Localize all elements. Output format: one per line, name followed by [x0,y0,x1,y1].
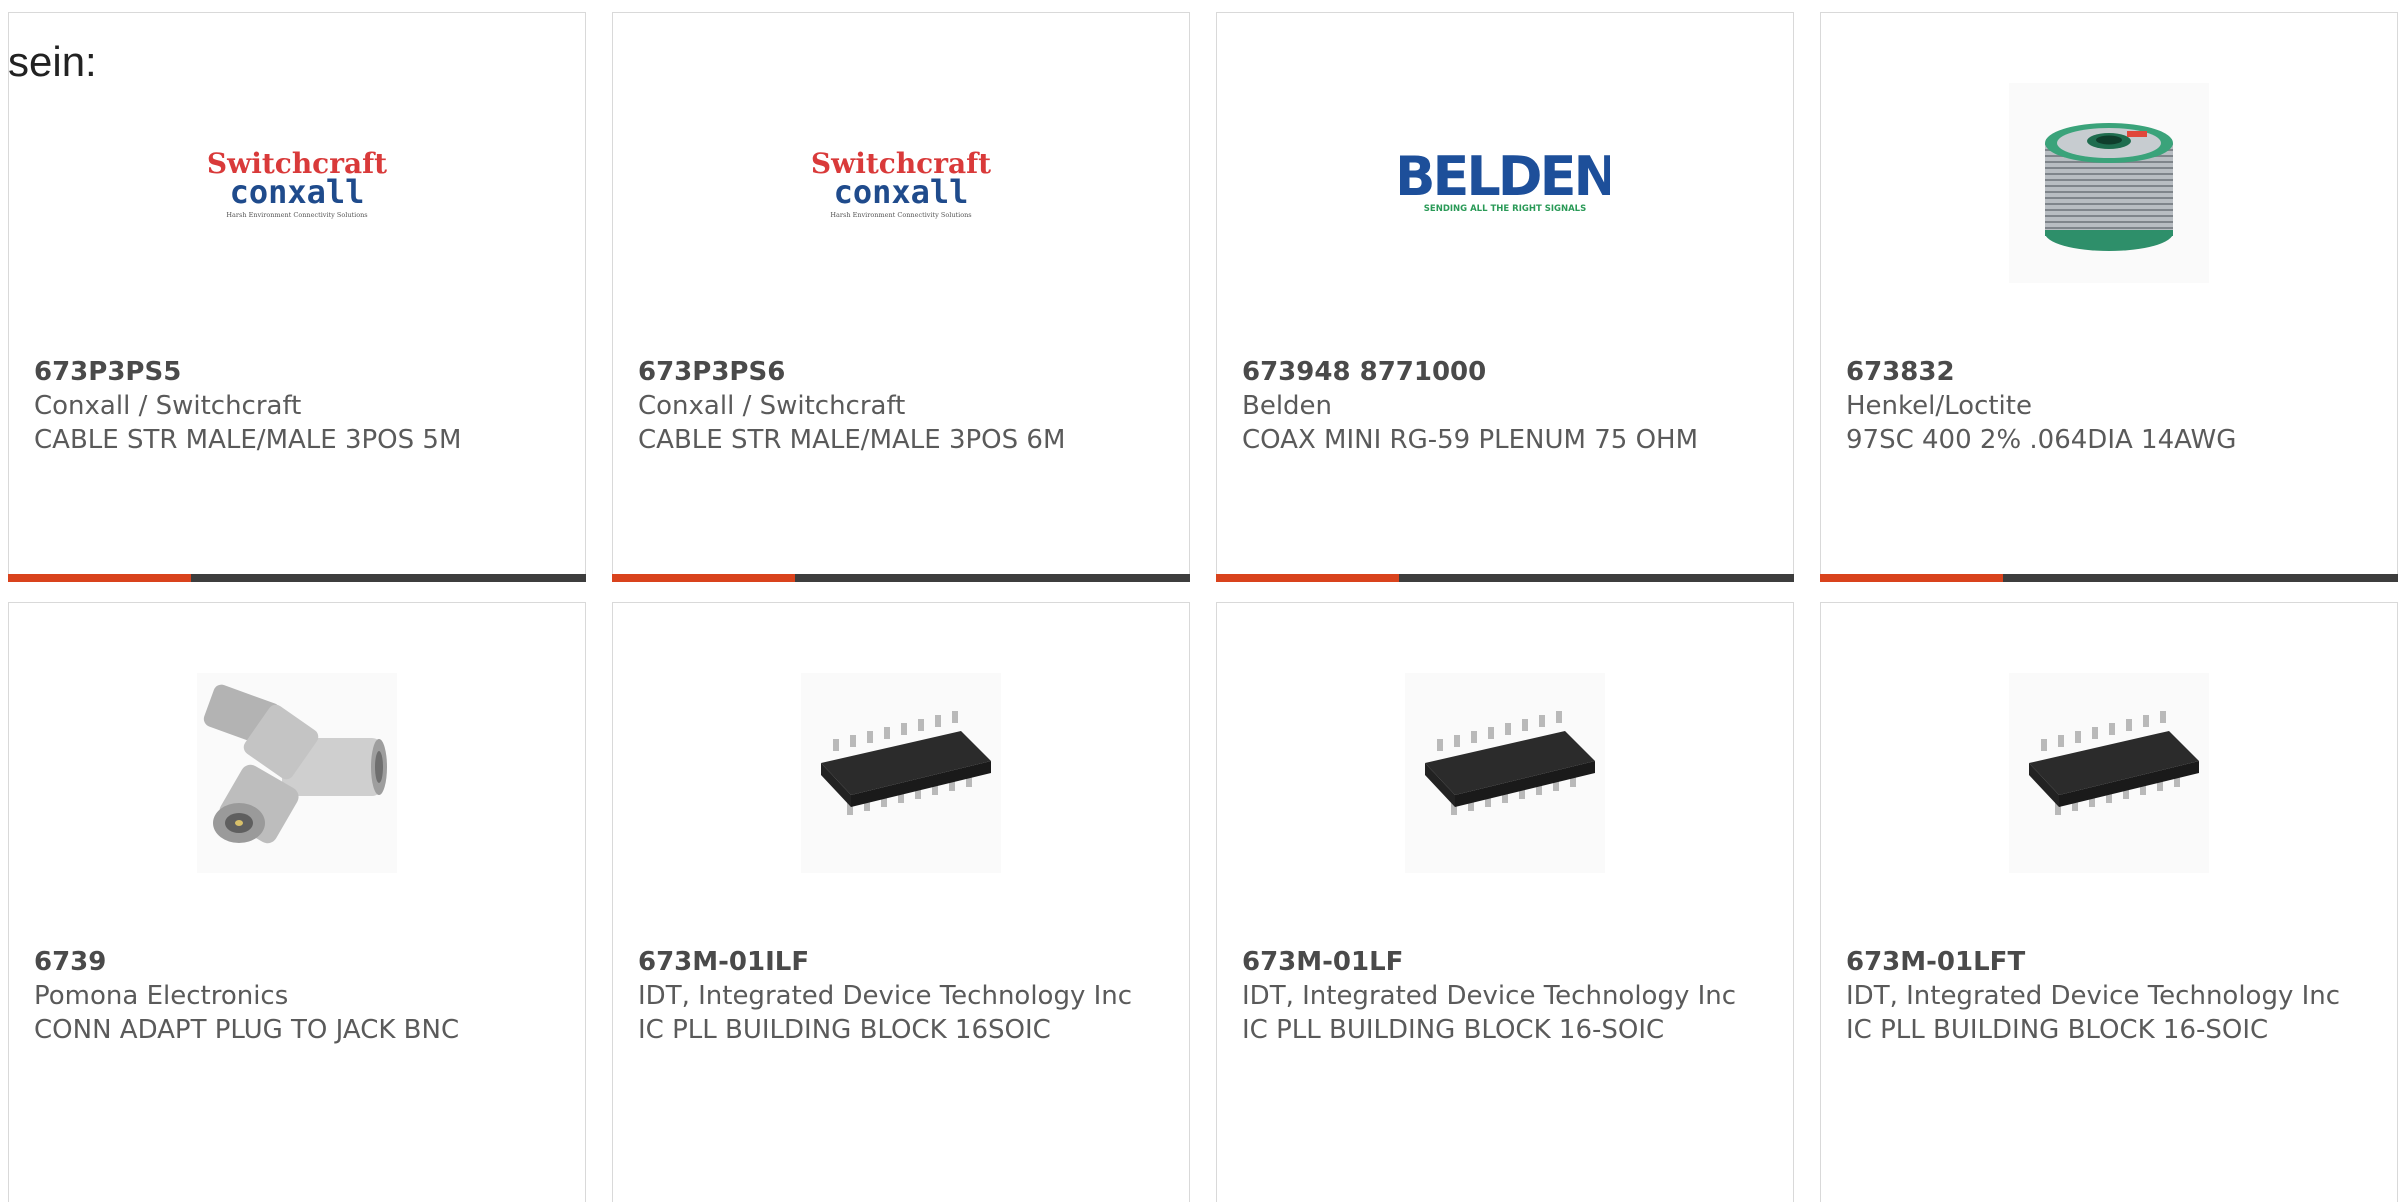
product-image[interactable] [1821,83,2397,283]
manufacturer: IDT, Integrated Device Technology Inc [638,981,1133,1011]
card-accent-bar [1820,574,2003,582]
description: IC PLL BUILDING BLOCK 16SOIC [638,1015,1051,1045]
card-bottom-bar [1820,574,2398,582]
product-image[interactable]: BELDEN SENDING ALL THE RIGHT SIGNALS [1217,83,1793,283]
product-card[interactable]: 673M-01LFT IDT, Integrated Device Techno… [1820,602,2398,1202]
manufacturer: Henkel/Loctite [1846,391,2032,421]
belden-logo: BELDEN SENDING ALL THE RIGHT SIGNALS [1400,145,1610,214]
product-image[interactable] [9,673,585,873]
product-card[interactable]: 673832 Henkel/Loctite 97SC 400 2% .064DI… [1820,12,2398,582]
bnc-adapter-photo [197,673,397,873]
product-info: 673M-01ILF IDT, Integrated Device Techno… [638,945,1164,1047]
description: 97SC 400 2% .064DIA 14AWG [1846,425,2237,455]
soic16-chip-photo [2009,673,2209,873]
switchcraft-conxall-logo: Switchcraft conxall Harsh Environment Co… [207,147,387,219]
description: IC PLL BUILDING BLOCK 16-SOIC [1242,1015,1665,1045]
part-number[interactable]: 673M-01LFT [1846,945,2372,979]
product-image[interactable]: Switchcraft conxall Harsh Environment Co… [613,83,1189,283]
description: CABLE STR MALE/MALE 3POS 5M [34,425,462,455]
product-card[interactable]: 673M-01LF IDT, Integrated Device Technol… [1216,602,1794,1202]
card-accent-bar [1216,574,1399,582]
part-number[interactable]: 673P3PS6 [638,355,1164,389]
product-image[interactable]: Switchcraft conxall Harsh Environment Co… [9,83,585,283]
product-info: 673948 8771000 Belden COAX MINI RG-59 PL… [1242,355,1768,457]
svg-text:Harsh Environment Connectivity: Harsh Environment Connectivity Solutions [830,211,971,219]
product-info: 673832 Henkel/Loctite 97SC 400 2% .064DI… [1846,355,2372,457]
part-number[interactable]: 6739 [34,945,560,979]
card-bottom-bar [612,574,1190,582]
manufacturer: Belden [1242,391,1333,421]
description: IC PLL BUILDING BLOCK 16-SOIC [1846,1015,2269,1045]
product-card[interactable]: 673M-01ILF IDT, Integrated Device Techno… [612,602,1190,1202]
svg-text:conxall: conxall [834,173,969,211]
product-image[interactable] [1217,673,1793,873]
svg-text:Harsh Environment Connectivity: Harsh Environment Connectivity Solutions [226,211,367,219]
product-info: 673M-01LF IDT, Integrated Device Technol… [1242,945,1768,1047]
soic16-chip-photo [801,673,1001,873]
part-number[interactable]: 673832 [1846,355,2372,389]
card-accent-bar [612,574,795,582]
soic16-chip-photo [1405,673,1605,873]
manufacturer: IDT, Integrated Device Technology Inc [1242,981,1737,1011]
card-bottom-bar [1216,574,1794,582]
manufacturer: Conxall / Switchcraft [34,391,302,421]
card-accent-bar [8,574,191,582]
product-card[interactable]: Switchcraft conxall Harsh Environment Co… [612,12,1190,582]
product-info: 673P3PS5 Conxall / Switchcraft CABLE STR… [34,355,560,457]
product-card[interactable]: 6739 Pomona Electronics CONN ADAPT PLUG … [8,602,586,1202]
product-grid: Switchcraft conxall Harsh Environment Co… [8,12,2398,1202]
product-info: 673P3PS6 Conxall / Switchcraft CABLE STR… [638,355,1164,457]
product-card[interactable]: BELDEN SENDING ALL THE RIGHT SIGNALS 673… [1216,12,1794,582]
manufacturer: Conxall / Switchcraft [638,391,906,421]
product-image[interactable] [1821,673,2397,873]
switchcraft-conxall-logo: Switchcraft conxall Harsh Environment Co… [811,147,991,219]
svg-text:SENDING ALL THE RIGHT SIGNALS: SENDING ALL THE RIGHT SIGNALS [1424,204,1586,214]
manufacturer: Pomona Electronics [34,981,289,1011]
product-info: 6739 Pomona Electronics CONN ADAPT PLUG … [34,945,560,1047]
product-image[interactable] [613,673,1189,873]
description: CONN ADAPT PLUG TO JACK BNC [34,1015,460,1045]
manufacturer: IDT, Integrated Device Technology Inc [1846,981,2341,1011]
part-number[interactable]: 673M-01ILF [638,945,1164,979]
part-number[interactable]: 673P3PS5 [34,355,560,389]
description: CABLE STR MALE/MALE 3POS 6M [638,425,1066,455]
svg-text:conxall: conxall [230,173,365,211]
description: COAX MINI RG-59 PLENUM 75 OHM [1242,425,1699,455]
card-bottom-bar [8,574,586,582]
part-number[interactable]: 673M-01LF [1242,945,1768,979]
svg-text:BELDEN: BELDEN [1400,145,1610,208]
part-number[interactable]: 673948 8771000 [1242,355,1768,389]
intro-text: sein: [8,38,97,85]
solder-spool-photo [2009,83,2209,283]
product-card[interactable]: Switchcraft conxall Harsh Environment Co… [8,12,586,582]
product-info: 673M-01LFT IDT, Integrated Device Techno… [1846,945,2372,1047]
